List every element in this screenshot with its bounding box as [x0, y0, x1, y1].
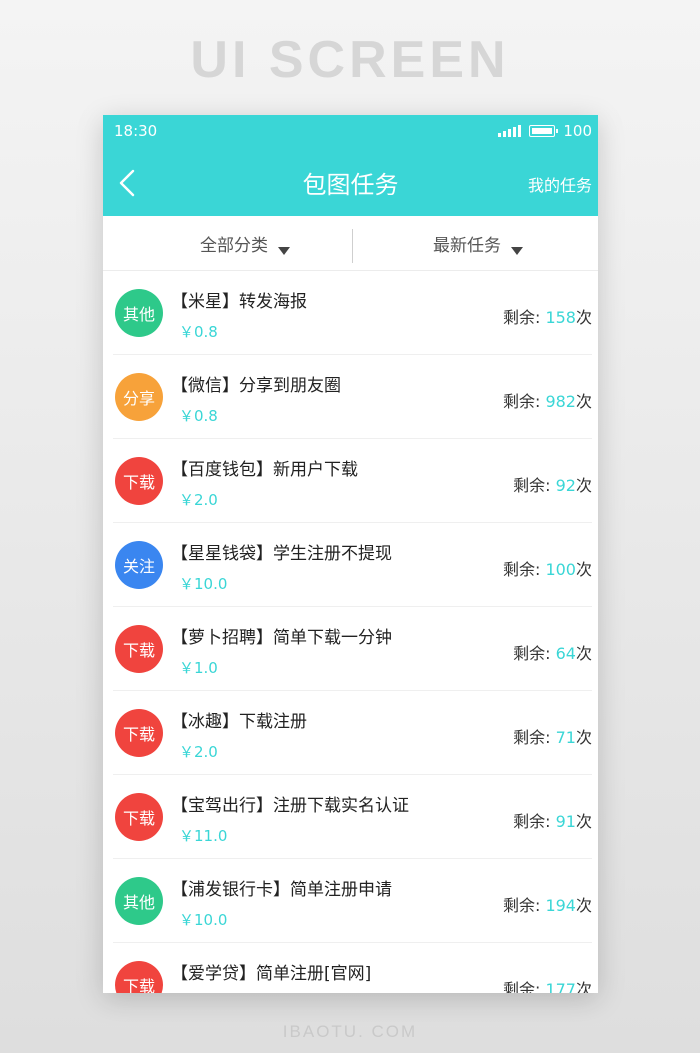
- remaining-unit: 次: [575, 560, 592, 579]
- remaining-count: 177: [545, 980, 576, 993]
- task-price: ￥2.0: [179, 743, 218, 761]
- remaining-label: 剩余:: [502, 392, 546, 411]
- remaining-count: 982: [545, 392, 576, 411]
- dropdown-triangle-icon: [278, 246, 290, 255]
- battery-icon: [529, 125, 559, 137]
- dropdown-triangle-icon: [511, 246, 523, 255]
- task-type-badge: 分享: [115, 373, 163, 421]
- remaining-unit: 次: [575, 392, 592, 411]
- status-time: 18:30: [114, 122, 158, 140]
- task-remaining: 剩余: 177次: [503, 976, 592, 993]
- task-title: 【宝驾出行】注册下载实名认证: [171, 796, 409, 816]
- task-item[interactable]: 分享 【微信】分享到朋友圈 ￥0.8 剩余: 982次: [113, 355, 592, 439]
- remaining-label: 剩余:: [513, 476, 556, 495]
- category-filter-label: 全部分类: [200, 236, 268, 256]
- sort-filter-label: 最新任务: [433, 236, 501, 256]
- app-header: 18:30 100 包图任务 我的任务: [103, 115, 598, 216]
- status-indicators: 100: [498, 122, 592, 140]
- task-remaining: 剩余: 71次: [513, 724, 592, 748]
- task-price: ￥10.0: [179, 911, 228, 929]
- task-item[interactable]: 下载 【萝卜招聘】简单下载一分钟 ￥1.0 剩余: 64次: [113, 607, 592, 691]
- signal-icon: [498, 125, 522, 137]
- remaining-unit: 次: [575, 308, 592, 327]
- task-item[interactable]: 下载 【宝驾出行】注册下载实名认证 ￥11.0 剩余: 91次: [113, 775, 592, 859]
- task-item[interactable]: 下载 【冰趣】下载注册 ￥2.0 剩余: 71次: [113, 691, 592, 775]
- remaining-unit: 次: [575, 476, 592, 495]
- remaining-count: 92: [555, 476, 576, 495]
- banner-footer: IBAOTU. COM: [282, 1022, 418, 1041]
- task-title: 【萝卜招聘】简单下载一分钟: [171, 628, 392, 648]
- battery-level: 100: [563, 122, 592, 140]
- task-type-badge: 下载: [115, 709, 163, 757]
- banner-title: UI SCREEN: [190, 31, 510, 89]
- remaining-count: 158: [545, 308, 576, 327]
- remaining-label: 剩余:: [502, 896, 546, 915]
- remaining-unit: 次: [575, 812, 592, 831]
- task-type-badge: 其他: [115, 877, 163, 925]
- task-price: ￥0.8: [179, 323, 218, 341]
- category-filter[interactable]: 全部分类: [200, 216, 290, 271]
- task-title: 【浦发银行卡】简单注册申请: [171, 880, 392, 900]
- remaining-label: 剩余:: [513, 728, 556, 747]
- task-title: 【百度钱包】新用户下载: [171, 460, 358, 480]
- filter-divider: [352, 229, 353, 263]
- remaining-unit: 次: [575, 644, 592, 663]
- task-remaining: 剩余: 91次: [513, 808, 592, 832]
- remaining-count: 194: [545, 896, 576, 915]
- task-item[interactable]: 关注 【星星钱袋】学生注册不提现 ￥10.0 剩余: 100次: [113, 523, 592, 607]
- task-price: ￥10.0: [179, 575, 228, 593]
- task-type-badge: 其他: [115, 289, 163, 337]
- task-item[interactable]: 下载 【爱学贷】简单注册[官网] 剩余: 177次: [113, 943, 592, 993]
- page-title: 包图任务: [302, 171, 399, 199]
- phone-screen: 18:30 100 包图任务 我的任务 全部分类 最新任务 其他 【米星】转发海…: [103, 115, 598, 993]
- task-item[interactable]: 其他 【米星】转发海报 ￥0.8 剩余: 158次: [113, 271, 592, 355]
- filter-bar: 全部分类 最新任务: [103, 216, 598, 271]
- task-type-badge: 下载: [115, 625, 163, 673]
- remaining-label: 剩余:: [513, 812, 556, 831]
- task-price: ￥2.0: [179, 491, 218, 509]
- task-type-badge: 下载: [115, 961, 163, 993]
- task-title: 【微信】分享到朋友圈: [171, 376, 341, 396]
- task-title: 【米星】转发海报: [171, 292, 307, 312]
- remaining-label: 剩余:: [502, 980, 546, 993]
- task-item[interactable]: 其他 【浦发银行卡】简单注册申请 ￥10.0 剩余: 194次: [113, 859, 592, 943]
- task-list: 其他 【米星】转发海报 ￥0.8 剩余: 158次 分享 【微信】分享到朋友圈 …: [103, 271, 598, 993]
- task-type-badge: 关注: [115, 541, 163, 589]
- remaining-count: 91: [555, 812, 576, 831]
- remaining-label: 剩余:: [502, 308, 546, 327]
- task-price: ￥11.0: [179, 827, 228, 845]
- my-tasks-link[interactable]: 我的任务: [528, 172, 592, 196]
- remaining-count: 100: [545, 560, 576, 579]
- task-remaining: 剩余: 64次: [513, 640, 592, 664]
- remaining-unit: 次: [575, 896, 592, 915]
- remaining-count: 71: [555, 728, 576, 747]
- task-item[interactable]: 下载 【百度钱包】新用户下载 ￥2.0 剩余: 92次: [113, 439, 592, 523]
- remaining-unit: 次: [575, 728, 592, 747]
- remaining-label: 剩余:: [513, 644, 556, 663]
- task-title: 【爱学贷】简单注册[官网]: [171, 964, 372, 984]
- task-remaining: 剩余: 194次: [503, 892, 592, 916]
- task-title: 【冰趣】下载注册: [171, 712, 307, 732]
- remaining-unit: 次: [575, 980, 592, 993]
- task-remaining: 剩余: 92次: [513, 472, 592, 496]
- sort-filter[interactable]: 最新任务: [433, 216, 523, 271]
- task-remaining: 剩余: 982次: [503, 388, 592, 412]
- task-title: 【星星钱袋】学生注册不提现: [171, 544, 392, 564]
- task-type-badge: 下载: [115, 457, 163, 505]
- task-price: ￥0.8: [179, 407, 218, 425]
- task-remaining: 剩余: 158次: [503, 304, 592, 328]
- task-remaining: 剩余: 100次: [503, 556, 592, 580]
- remaining-count: 64: [555, 644, 576, 663]
- task-price: ￥1.0: [179, 659, 218, 677]
- remaining-label: 剩余:: [502, 560, 546, 579]
- task-type-badge: 下载: [115, 793, 163, 841]
